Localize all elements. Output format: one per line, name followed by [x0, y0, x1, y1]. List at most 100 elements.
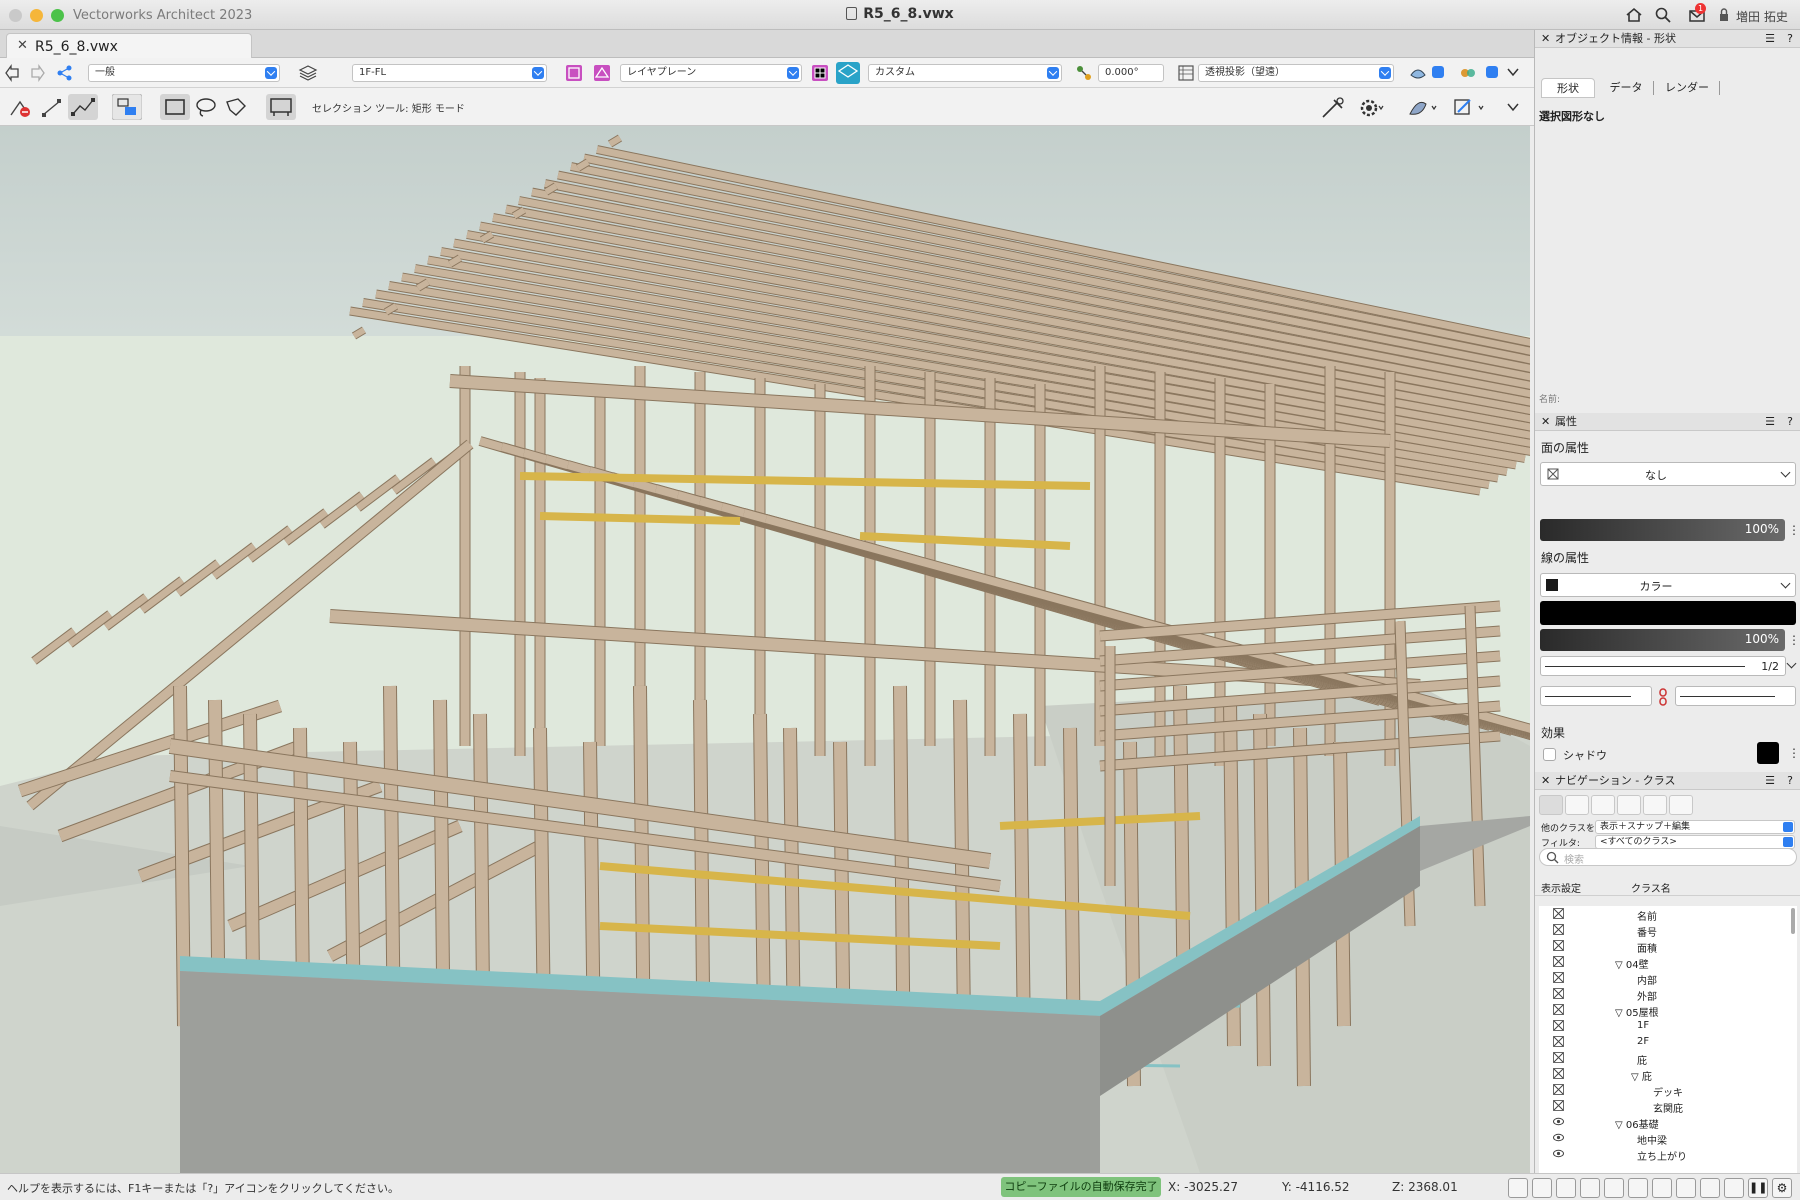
snap-to-tangent-icon[interactable] — [1676, 1178, 1696, 1198]
snap-to-angle-icon[interactable] — [1604, 1178, 1624, 1198]
palette-menu-icon[interactable]: ☰ — [1765, 30, 1775, 48]
class-list-row[interactable]: ▽ 06基礎 — [1539, 1114, 1797, 1131]
close-palette-icon[interactable]: ✕ — [1541, 772, 1550, 790]
light-options-dropdown[interactable] — [1486, 66, 1498, 78]
settings-gear-icon[interactable] — [1358, 96, 1384, 120]
snap-settings-gear-icon[interactable]: ⚙ — [1772, 1178, 1792, 1198]
hidden-class-icon[interactable] — [1553, 1036, 1564, 1047]
class-list-row[interactable]: 玄関庇 — [1539, 1098, 1797, 1115]
selection-tool-preferences-icon[interactable] — [266, 94, 296, 120]
smart-points-icon[interactable] — [1628, 1178, 1648, 1198]
hidden-class-icon[interactable] — [1553, 1068, 1564, 1079]
snap-to-surface-icon[interactable] — [1700, 1178, 1720, 1198]
mode-bar-more-icon[interactable] — [1506, 100, 1520, 114]
class-list-row[interactable]: デッキ — [1539, 1082, 1797, 1099]
class-list-row[interactable]: 外部 — [1539, 986, 1797, 1003]
drawing-viewport[interactable] — [0, 126, 1530, 1173]
class-list-row[interactable]: 1F — [1539, 1018, 1797, 1034]
plane-select[interactable]: レイヤプレーン — [620, 64, 802, 82]
line-style-select[interactable]: カラー — [1540, 573, 1796, 597]
hidden-class-icon[interactable] — [1553, 1084, 1564, 1095]
active-layer-select[interactable]: 1F-FL — [352, 64, 547, 82]
hidden-class-icon[interactable] — [1553, 956, 1564, 967]
single-object-interactive-scaling-icon[interactable] — [112, 94, 142, 120]
hidden-class-icon[interactable] — [1553, 1004, 1564, 1015]
disable-interactive-scaling-icon[interactable] — [40, 97, 64, 119]
filter-select[interactable]: <すべてのクラス> — [1595, 835, 1795, 849]
hidden-class-icon[interactable] — [1553, 940, 1564, 951]
back-arrow-icon[interactable] — [4, 63, 24, 83]
references-tab-icon[interactable] — [1669, 795, 1693, 815]
line-opacity-bar[interactable]: 100% — [1540, 629, 1785, 651]
render-mode-icon[interactable] — [1408, 63, 1428, 83]
working-plane-icon[interactable] — [592, 63, 612, 83]
lasso-marquee-icon[interactable] — [194, 96, 218, 118]
start-marker-select[interactable] — [1540, 686, 1652, 706]
help-icon[interactable]: ? — [1787, 30, 1793, 48]
marker-link-icon[interactable] — [1657, 688, 1669, 706]
projection-select[interactable]: 透視投影（望遠） — [1198, 64, 1394, 82]
rotation-angle-field[interactable]: 0.000° — [1098, 64, 1164, 82]
shadow-checkbox[interactable] — [1543, 748, 1556, 761]
sheet-layers-tab-icon[interactable] — [1591, 795, 1615, 815]
rectangle-marquee-icon[interactable] — [160, 94, 190, 120]
line-color-bar[interactable] — [1540, 601, 1796, 625]
polygon-marquee-icon[interactable] — [224, 96, 248, 118]
hidden-class-icon[interactable] — [1553, 972, 1564, 983]
saved-views-tab-icon[interactable] — [1643, 795, 1667, 815]
hidden-class-icon[interactable] — [1553, 1100, 1564, 1111]
layer-icon[interactable] — [298, 63, 318, 83]
viewports-tab-icon[interactable] — [1617, 795, 1641, 815]
hidden-class-icon[interactable] — [1553, 988, 1564, 999]
projection-icon[interactable] — [1176, 63, 1196, 83]
palette-menu-icon[interactable]: ☰ — [1765, 772, 1775, 790]
visible-eye-icon[interactable] — [1553, 1116, 1564, 1127]
snap-to-object-icon[interactable] — [1532, 1178, 1552, 1198]
class-list-row[interactable]: 番号 — [1539, 922, 1797, 939]
visibility-options-icon[interactable] — [1452, 96, 1488, 120]
hidden-class-icon[interactable] — [1553, 908, 1564, 919]
tab-render[interactable]: レンダー — [1657, 78, 1717, 98]
snap-to-distance-icon[interactable] — [1580, 1178, 1600, 1198]
search-icon[interactable] — [1654, 6, 1672, 24]
view-cube-icon[interactable] — [836, 62, 860, 84]
tab-shape[interactable]: 形状 — [1541, 78, 1595, 98]
help-icon[interactable]: ? — [1787, 413, 1793, 431]
other-classes-select[interactable]: 表示＋スナップ＋編集 — [1595, 820, 1795, 834]
fill-opacity-bar[interactable]: 100% — [1540, 519, 1785, 541]
enable-interactive-scaling-icon[interactable] — [68, 94, 98, 120]
line-weight-select[interactable]: 1/2 — [1540, 656, 1786, 676]
layers-tab-icon[interactable] — [1565, 795, 1589, 815]
hidden-class-icon[interactable] — [1553, 924, 1564, 935]
snap-loupe-icon[interactable] — [1724, 1178, 1744, 1198]
render-mode-dropdown[interactable] — [1432, 66, 1444, 78]
fill-opacity-menu-icon[interactable]: ⋮ — [1788, 519, 1800, 541]
help-icon[interactable]: ? — [1787, 772, 1793, 790]
class-list-row[interactable]: 地中梁 — [1539, 1130, 1797, 1147]
smart-edge-icon[interactable] — [1652, 1178, 1672, 1198]
snap-tool-icon[interactable] — [1320, 96, 1346, 120]
plane-mode-icon[interactable] — [564, 63, 584, 83]
user-name[interactable]: 増田 拓史 — [1736, 8, 1788, 25]
rotate-view-icon[interactable] — [1074, 63, 1094, 83]
unlock-group-icon[interactable] — [8, 97, 32, 119]
active-class-select[interactable]: 一般 — [88, 64, 280, 82]
chevron-down-icon[interactable] — [1786, 658, 1797, 669]
class-list-scrollbar[interactable] — [1791, 908, 1795, 934]
tab-data[interactable]: データ — [1601, 78, 1651, 98]
class-list-row[interactable]: 立ち上がり — [1539, 1146, 1797, 1163]
pause-icon[interactable]: ❚❚ — [1748, 1178, 1768, 1198]
hidden-class-icon[interactable] — [1553, 1020, 1564, 1031]
forward-arrow-icon[interactable] — [26, 63, 46, 83]
class-list-row[interactable]: ▽ 04壁 — [1539, 954, 1797, 971]
document-tab[interactable]: ✕ R5_6_8.vwx — [6, 33, 252, 59]
snap-to-intersection-icon[interactable] — [1556, 1178, 1576, 1198]
close-palette-icon[interactable]: ✕ — [1541, 30, 1550, 48]
visible-eye-icon[interactable] — [1553, 1148, 1564, 1159]
end-marker-select[interactable] — [1675, 686, 1796, 706]
shadow-color-swatch[interactable] — [1757, 742, 1779, 764]
render-options-icon[interactable] — [1406, 96, 1440, 120]
class-icon[interactable] — [55, 63, 75, 83]
class-list-row[interactable]: 名前 — [1539, 906, 1797, 923]
close-tab-icon[interactable]: ✕ — [17, 38, 28, 53]
